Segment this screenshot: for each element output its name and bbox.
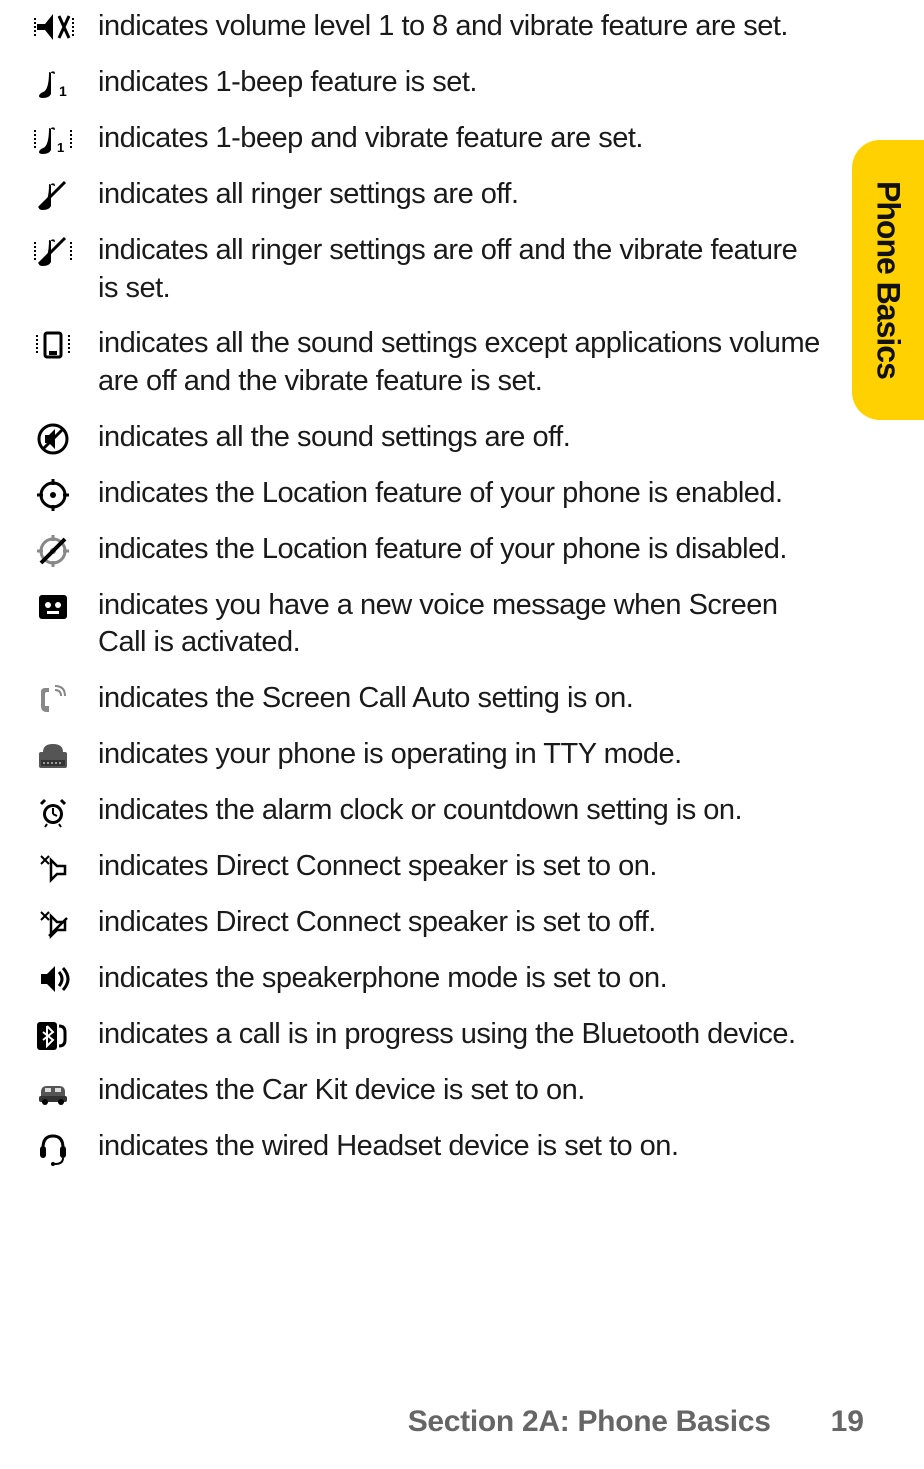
item-description: indicates all ringer settings are off. [98, 176, 824, 214]
item-description: indicates the speakerphone mode is set t… [98, 960, 824, 998]
item-description: indicates the Screen Call Auto setting i… [98, 680, 824, 718]
voicemail-screencall-icon [34, 589, 74, 625]
item-description: indicates you have a new voice message w… [98, 587, 824, 662]
sound-off-vibrate-icon [34, 327, 74, 363]
list-item: indicates the wired Headset device is se… [10, 1128, 824, 1166]
list-item: indicates Direct Connect speaker is set … [10, 848, 824, 886]
list-item: indicates all the sound settings except … [10, 325, 824, 400]
bluetooth-call-icon [34, 1018, 74, 1054]
tty-icon [34, 738, 74, 774]
item-description: indicates Direct Connect speaker is set … [98, 904, 824, 942]
beep1-icon [34, 66, 74, 102]
list-item: indicates the Location feature of your p… [10, 475, 824, 513]
item-description: indicates volume level 1 to 8 and vibrat… [98, 8, 824, 46]
item-description: indicates the Car Kit device is set to o… [98, 1072, 824, 1110]
location-off-icon [34, 533, 74, 569]
list-item: indicates Direct Connect speaker is set … [10, 904, 824, 942]
page-footer: Section 2A: Phone Basics 19 [60, 1405, 864, 1439]
item-description: indicates a call is in progress using th… [98, 1016, 824, 1054]
item-description: indicates all the sound settings except … [98, 325, 824, 400]
list-item: indicates all the sound settings are off… [10, 419, 824, 457]
item-description: indicates the wired Headset device is se… [98, 1128, 824, 1166]
item-description: indicates all the sound settings are off… [98, 419, 824, 457]
sound-off-icon [34, 421, 74, 457]
list-item: indicates you have a new voice message w… [10, 587, 824, 662]
list-item: indicates volume level 1 to 8 and vibrat… [10, 8, 824, 46]
dc-speaker-on-icon [34, 850, 74, 886]
headset-icon [34, 1130, 74, 1166]
list-item: indicates the speakerphone mode is set t… [10, 960, 824, 998]
list-item: indicates the Car Kit device is set to o… [10, 1072, 824, 1110]
speakerphone-icon [34, 962, 74, 998]
item-description: indicates your phone is operating in TTY… [98, 736, 824, 774]
list-item: indicates all ringer settings are off an… [10, 232, 824, 307]
item-description: indicates the Location feature of your p… [98, 475, 824, 513]
beep1-vibrate-icon [34, 122, 74, 158]
dc-speaker-off-icon [34, 906, 74, 942]
list-item: indicates the alarm clock or countdown s… [10, 792, 824, 830]
icon-definition-list: indicates volume level 1 to 8 and vibrat… [0, 0, 884, 1166]
section-tab: Phone Basics [852, 140, 924, 420]
footer-page-number: 19 [831, 1405, 864, 1439]
footer-section-label: Section 2A: Phone Basics [408, 1405, 771, 1439]
alarm-icon [34, 794, 74, 830]
list-item: indicates your phone is operating in TTY… [10, 736, 824, 774]
section-tab-label: Phone Basics [870, 181, 907, 379]
manual-page: Phone Basics indicates volume level 1 to… [0, 0, 924, 1469]
list-item: indicates 1-beep and vibrate feature are… [10, 120, 824, 158]
list-item: indicates the Screen Call Auto setting i… [10, 680, 824, 718]
location-on-icon [34, 477, 74, 513]
ringer-off-vibrate-icon [34, 234, 74, 270]
volume-vibrate-icon [34, 10, 74, 46]
list-item: indicates all ringer settings are off. [10, 176, 824, 214]
item-description: indicates all ringer settings are off an… [98, 232, 824, 307]
item-description: indicates Direct Connect speaker is set … [98, 848, 824, 886]
carkit-icon [34, 1074, 74, 1110]
list-item: indicates a call is in progress using th… [10, 1016, 824, 1054]
item-description: indicates 1-beep and vibrate feature are… [98, 120, 824, 158]
screencall-auto-icon [34, 682, 74, 718]
item-description: indicates the alarm clock or countdown s… [98, 792, 824, 830]
item-description: indicates the Location feature of your p… [98, 531, 824, 569]
ringer-off-icon [34, 178, 74, 214]
item-description: indicates 1-beep feature is set. [98, 64, 824, 102]
list-item: indicates 1-beep feature is set. [10, 64, 824, 102]
list-item: indicates the Location feature of your p… [10, 531, 824, 569]
